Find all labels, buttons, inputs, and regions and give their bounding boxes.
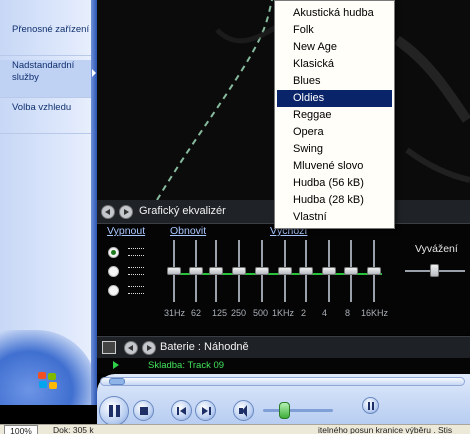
balance-slider-handle[interactable]: [430, 264, 439, 277]
eq-band-slider[interactable]: [344, 240, 358, 302]
eq-mode-wave-icon: [128, 248, 144, 256]
equalizer-title: Grafický ekvalizér: [139, 205, 226, 217]
next-panel-button[interactable]: [119, 205, 133, 219]
sidebar-item-label: Nadstandardní služby: [12, 60, 75, 83]
eq-band-label: 500: [253, 308, 269, 318]
zoom-level[interactable]: 100%: [4, 425, 38, 434]
stop-icon: [140, 407, 148, 415]
eq-band-slider[interactable]: [232, 240, 246, 302]
preset-menu-item[interactable]: Oldies: [277, 90, 392, 107]
eq-band-label: 16KHz: [361, 308, 389, 318]
playlist-bar: Baterie : Náhodně: [97, 336, 470, 358]
play-indicator-icon: [113, 361, 119, 369]
playlist-toggle-icon[interactable]: [102, 341, 116, 354]
eq-band-slider[interactable]: [167, 240, 181, 302]
sidebar: Přenosné zařízení Nadstandardní služby V…: [0, 0, 97, 405]
equalizer-off-link[interactable]: Vypnout: [107, 225, 145, 237]
balance-label: Vyvážení: [415, 243, 458, 255]
previous-track-list-button[interactable]: [124, 341, 138, 355]
sidebar-item-label: Přenosné zařízení: [12, 24, 90, 35]
next-track-list-button[interactable]: [142, 341, 156, 355]
eq-mode-radio-2[interactable]: [108, 266, 119, 277]
eq-band-slider[interactable]: [299, 240, 313, 302]
equalizer-icon: [368, 402, 370, 410]
sidebar-item-label: Volba vzhledu: [12, 102, 72, 113]
preset-menu-item[interactable]: New Age: [277, 39, 392, 56]
equalizer-toggle-button[interactable]: [362, 397, 379, 414]
eq-mode-radio-3[interactable]: [108, 285, 119, 296]
preset-menu-item[interactable]: Swing: [277, 141, 392, 158]
sidebar-decoration: [0, 330, 97, 405]
eq-mode-wave-icon: [128, 267, 144, 275]
chevron-right-icon[interactable]: [92, 69, 96, 77]
preset-menu-item[interactable]: Opera: [277, 124, 392, 141]
preset-menu-item[interactable]: Klasická: [277, 56, 392, 73]
sidebar-item-premium-services[interactable]: Nadstandardní služby: [0, 60, 91, 98]
eq-band-handle[interactable]: [278, 267, 292, 275]
stop-button[interactable]: [133, 400, 154, 421]
eq-band-handle[interactable]: [167, 267, 181, 275]
eq-band-label: 4: [322, 308, 328, 318]
windows-logo-icon: [38, 372, 58, 390]
eq-mode-wave-icon: [128, 286, 144, 294]
equalizer-reset-link[interactable]: Obnovit: [170, 225, 206, 237]
previous-icon: [177, 407, 179, 415]
eq-band-handle[interactable]: [189, 267, 203, 275]
eq-band-label: 1KHz: [272, 308, 295, 318]
now-playing-text: Skladba: Track 09: [148, 360, 225, 371]
preset-menu-item[interactable]: Hudba (28 kB): [277, 192, 392, 209]
preset-menu-item[interactable]: Reggae: [277, 107, 392, 124]
preset-menu-item[interactable]: Akustická hudba: [277, 5, 392, 22]
eq-band-label: 31Hz: [164, 308, 186, 318]
eq-band-label: 125: [212, 308, 228, 318]
eq-band-slider[interactable]: [367, 240, 381, 302]
eq-band-label: 250: [231, 308, 247, 318]
playlist-title: Baterie : Náhodně: [160, 341, 249, 353]
seek-handle[interactable]: [109, 378, 125, 385]
preset-menu-item[interactable]: Mluvené slovo: [277, 158, 392, 175]
eq-band-handle[interactable]: [209, 267, 223, 275]
eq-band-label: 8: [345, 308, 351, 318]
pause-icon: [109, 405, 113, 417]
sidebar-item-portable-device[interactable]: Přenosné zařízení: [0, 24, 91, 56]
eq-band-handle[interactable]: [367, 267, 381, 275]
mute-button[interactable]: [233, 400, 254, 421]
eq-band-label: 62: [191, 308, 202, 318]
eq-band-slider[interactable]: [322, 240, 336, 302]
preset-menu-item[interactable]: Folk: [277, 22, 392, 39]
status-text-hint: itelného posun kranice výběru . Stis: [318, 425, 453, 434]
eq-band-slider[interactable]: [255, 240, 269, 302]
next-button[interactable]: [195, 400, 216, 421]
now-playing-bar: Skladba: Track 09: [97, 358, 470, 374]
eq-band-slider[interactable]: [209, 240, 223, 302]
eq-band-handle[interactable]: [255, 267, 269, 275]
previous-panel-button[interactable]: [101, 205, 115, 219]
eq-band-handle[interactable]: [322, 267, 336, 275]
preset-menu-item[interactable]: Hudba (56 kB): [277, 175, 392, 192]
seek-bar[interactable]: [100, 377, 465, 386]
eq-band-slider[interactable]: [189, 240, 203, 302]
equalizer-preset-menu: Akustická hudba Folk New Age Klasická Blues O…: [274, 0, 395, 229]
status-bar: 100% Dok: 305 k itelného posun kranice v…: [0, 424, 470, 434]
pause-button[interactable]: [99, 396, 129, 426]
sidebar-item-skin-chooser[interactable]: Volba vzhledu: [0, 102, 91, 134]
eq-band-handle[interactable]: [299, 267, 313, 275]
preset-menu-item[interactable]: Vlastní: [277, 209, 392, 226]
eq-band-handle[interactable]: [232, 267, 246, 275]
volume-slider[interactable]: [263, 409, 333, 412]
next-icon: [202, 407, 208, 415]
eq-mode-radio-1[interactable]: [108, 247, 119, 258]
eq-band-slider[interactable]: [278, 240, 292, 302]
eq-band-handle[interactable]: [344, 267, 358, 275]
volume-slider-handle[interactable]: [279, 402, 290, 419]
preset-menu-item[interactable]: Blues: [277, 73, 392, 90]
status-text-doc: Dok: 305 k: [53, 425, 94, 434]
eq-band-label: 2: [301, 308, 307, 318]
previous-button[interactable]: [171, 400, 192, 421]
